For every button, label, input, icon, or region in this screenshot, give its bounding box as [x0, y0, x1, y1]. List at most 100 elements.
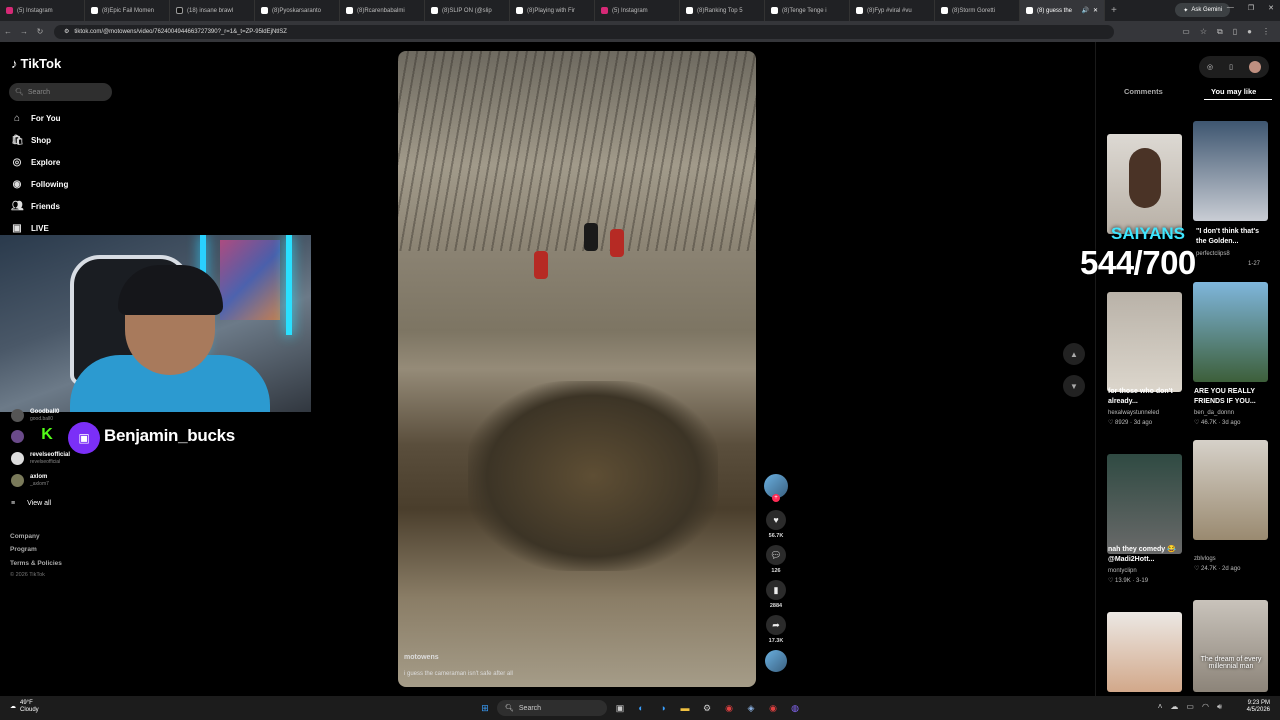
settings-icon[interactable]: ⚙ [700, 701, 714, 715]
browser-tab[interactable]: (8)Storm Goretti [935, 0, 1020, 21]
following-account[interactable] [11, 430, 24, 443]
maximize-icon[interactable]: ❐ [1248, 4, 1254, 12]
back-icon[interactable]: ← [0, 27, 16, 36]
cloud-sync-icon[interactable]: ☁ [1170, 702, 1178, 712]
profile-avatar-icon[interactable] [1248, 61, 1261, 73]
search-label: Search [518, 704, 542, 712]
sidebar-item-explore[interactable]: ◎ Explore [11, 157, 61, 168]
volume-icon[interactable]: 🔊︎ [1217, 702, 1222, 712]
clock[interactable]: 9:23 PM 4/5/2026 [1247, 700, 1270, 714]
browser-tab[interactable]: (8)Rcarenbabalmi [340, 0, 425, 21]
speaker-icon[interactable]: 🔊 [1081, 7, 1088, 14]
task-view-icon[interactable]: ▣ [613, 701, 627, 715]
minimize-icon[interactable]: — [1227, 4, 1234, 12]
display-icon[interactable]: ▭ [1186, 702, 1194, 712]
video-thumbnail[interactable] [1107, 292, 1182, 392]
next-video-button[interactable]: ▼ [1063, 375, 1085, 397]
browser-tab[interactable]: (8)Epic Fail Momen [85, 0, 170, 21]
new-tab-icon[interactable]: + [1105, 5, 1123, 16]
sidebar-item-following[interactable]: ◉ Following [11, 179, 69, 190]
browser-tab[interactable]: (8)Ranking Top 5 [680, 0, 765, 21]
device-icon[interactable]: ▯ [1229, 63, 1233, 71]
follow-plus-icon[interactable]: + [772, 494, 780, 502]
footer-link-company[interactable]: Company [10, 533, 40, 540]
search-input[interactable]: 🔍︎ Search [9, 83, 112, 101]
tab-label: (8)SLIP ON (@slip [442, 7, 492, 14]
close-icon[interactable]: ✕ [1093, 7, 1098, 14]
coin-icon[interactable]: ◎ [1207, 63, 1213, 71]
menu-icon[interactable]: ⋮ [1262, 27, 1270, 37]
start-icon[interactable]: ⊞ [478, 701, 492, 715]
browser-tab[interactable]: (5) Instagram [595, 0, 680, 21]
comment-icon: 💬︎ [770, 549, 782, 560]
weather-widget[interactable]: ☁ 49°F Cloudy [10, 700, 39, 714]
profile-icon[interactable]: ● [1247, 27, 1252, 37]
share-button[interactable]: ➦ [766, 615, 786, 635]
save-button[interactable]: ▮ [766, 580, 786, 600]
chrome-icon[interactable]: ◉ [766, 701, 780, 715]
browser-tab[interactable]: (8)Fyp #viral #vu [850, 0, 935, 21]
sound-disc[interactable] [765, 650, 787, 672]
site-info-icon[interactable]: ⚙ [64, 28, 69, 35]
sidebar-item-shop[interactable]: 🛍︎ Shop [11, 135, 51, 146]
ask-gemini-button[interactable]: ✦ Ask Gemini [1175, 3, 1230, 17]
video-player[interactable]: motowens i guess the cameraman isn't saf… [398, 51, 756, 687]
reload-icon[interactable]: ↻ [32, 27, 48, 36]
sidebar-item-for-you[interactable]: ⌂ For You [11, 113, 61, 124]
chrome-icon[interactable]: ◉ [722, 701, 736, 715]
extensions-icon[interactable]: ⧉ [1217, 27, 1223, 37]
following-account[interactable]: revelseofficial revelseofficial [11, 452, 70, 465]
footer-link-program[interactable]: Program [10, 546, 37, 553]
view-all-link[interactable]: ≡ View all [11, 500, 51, 507]
taskbar-search[interactable]: 🔍︎ Search [497, 700, 607, 716]
cast-icon[interactable]: ▭ [1182, 27, 1190, 37]
following-account[interactable]: Goodball0 good.ball0 [11, 409, 59, 422]
browser-tab-active[interactable]: (8) guess the 🔊 ✕ [1020, 0, 1105, 21]
sidebar-item-live[interactable]: ▣ LIVE [11, 223, 49, 234]
video-thumbnail[interactable] [1107, 134, 1182, 234]
close-window-icon[interactable]: ✕ [1268, 4, 1274, 12]
creator-avatar[interactable]: + [764, 474, 788, 502]
video-thumbnail[interactable]: The dream of every millennial man [1193, 600, 1268, 692]
card-author: montyclipn [1108, 568, 1137, 574]
browser-tab[interactable]: (8)Pyoskarsaranto [255, 0, 340, 21]
comment-button[interactable]: 💬︎ [766, 545, 786, 565]
video-username[interactable]: motowens [404, 654, 439, 661]
discord-icon[interactable]: ◍ [788, 701, 802, 715]
following-account[interactable]: axlom _axlom7 [11, 474, 49, 487]
video-thumbnail[interactable] [1107, 454, 1182, 554]
tab-you-may-like[interactable]: You may like [1211, 87, 1256, 96]
bookmark-star-icon[interactable]: ☆ [1200, 27, 1207, 37]
browser-tab[interactable]: (8)Playing with Fir [510, 0, 595, 21]
copilot-icon[interactable]: ◑ [656, 701, 670, 715]
video-thumbnail[interactable] [1193, 121, 1268, 221]
video-thumbnail[interactable] [1193, 440, 1268, 540]
footer-link-terms[interactable]: Terms & Policies [10, 560, 62, 567]
tab-comments[interactable]: Comments [1124, 87, 1163, 96]
url-field[interactable]: ⚙ tiktok.com/@motowens/video/762400494466… [54, 24, 1114, 39]
share-count: 17.3K [768, 638, 784, 644]
steam-icon[interactable]: ◈ [744, 701, 758, 715]
video-thumbnail[interactable] [1107, 612, 1182, 692]
tiktok-logo[interactable]: ♪ TikTok [11, 56, 61, 71]
previous-video-button[interactable]: ▲ [1063, 343, 1085, 365]
sidebar-icon[interactable]: ▯ [1233, 27, 1237, 37]
sidebar-item-friends[interactable]: 👥︎ Friends [11, 201, 60, 212]
browser-tab[interactable]: (8)SLIP ON (@slip [425, 0, 510, 21]
wifi-icon[interactable]: ◠ [1202, 702, 1209, 712]
account-name: revelseofficial [30, 452, 71, 458]
forward-icon[interactable]: → [16, 27, 32, 36]
wall-poster [220, 240, 280, 320]
chevron-up-icon[interactable]: ˄ [1158, 702, 1163, 712]
browser-tab[interactable]: (18) insane brawl [170, 0, 255, 21]
card-meta: ♡ 13.9K · 3-19 [1108, 578, 1149, 584]
brand-name: TikTok [20, 56, 62, 71]
video-thumbnail[interactable] [1193, 282, 1268, 382]
tiktok-note-icon: ♪ [11, 56, 18, 71]
chevron-down-icon: ▼ [1070, 381, 1078, 391]
file-explorer-icon[interactable]: ▬ [678, 701, 692, 715]
like-button[interactable]: ♥ [766, 510, 786, 530]
edge-icon[interactable]: ◐ [634, 701, 648, 715]
browser-tab[interactable]: (5) Instagram [0, 0, 85, 21]
browser-tab[interactable]: (8)Tenge Tenge i [765, 0, 850, 21]
